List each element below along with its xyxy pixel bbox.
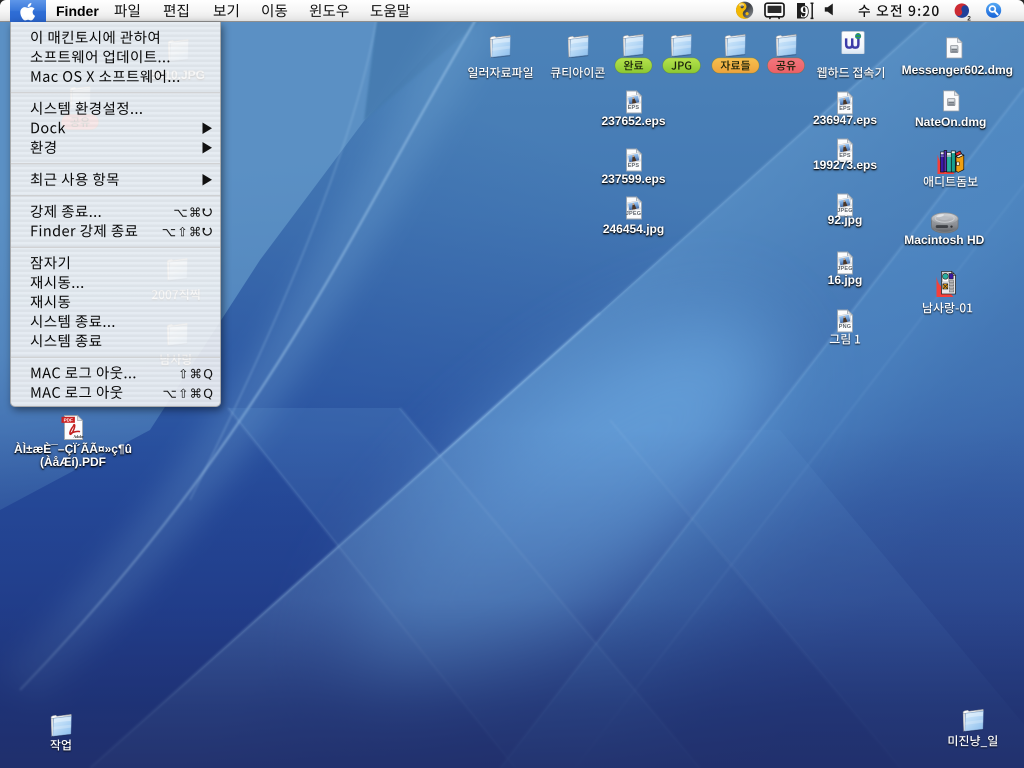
svg-text:2: 2 xyxy=(967,16,971,23)
